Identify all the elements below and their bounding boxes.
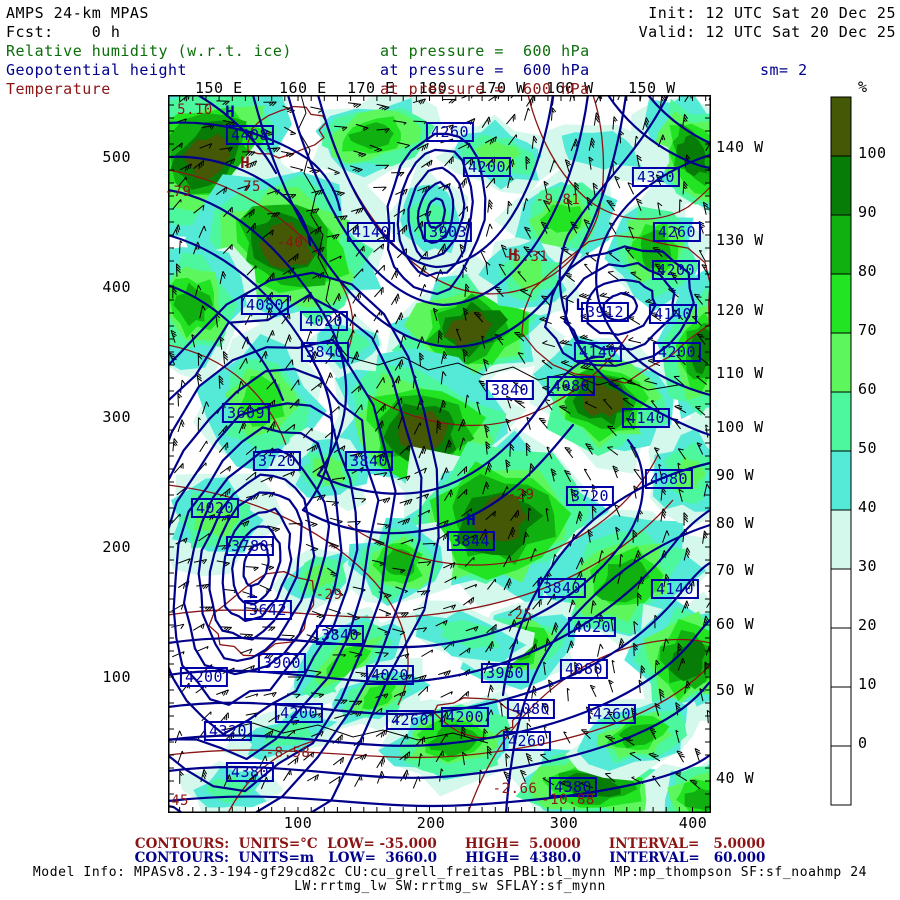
right-axis-label: 130 W (716, 233, 764, 248)
colorbar (830, 95, 854, 807)
colorbar-tick-label: 80 (858, 264, 877, 279)
colorbar-tick-label: 70 (858, 323, 877, 338)
colorbar-units: % (858, 80, 868, 95)
temp-contour-info: CONTOURS: UNITS=°C LOW= -35.000 HIGH= 5.… (0, 837, 900, 851)
field-tmp-label: Temperature (6, 82, 111, 97)
smoothing-note: sm= 2 (760, 63, 808, 78)
colorbar-tick-label: 60 (858, 382, 877, 397)
init-time: Init: 12 UTC Sat 20 Dec 25 (648, 6, 896, 21)
colorbar-tick-label: 100 (858, 146, 887, 161)
app-title: AMPS 24-km MPAS (6, 6, 149, 21)
valid-time: Valid: 12 UTC Sat 20 Dec 25 (639, 25, 896, 40)
left-axis-label: 100 (90, 670, 131, 685)
colorbar-tick-label: 50 (858, 441, 877, 456)
map-area: 4408426042004320414039034260420040804140… (168, 95, 711, 813)
left-axis-label: 500 (90, 150, 131, 165)
top-axis-label: 150 E (195, 81, 241, 96)
colorbar-tick-label: 90 (858, 205, 877, 220)
weather-map (168, 95, 711, 813)
right-axis-label: 90 W (716, 468, 754, 483)
top-axis-label: 150 W (628, 81, 674, 96)
physics-info: LW:rrtmg_lw SW:rrtmg_sw SFLAY:sf_mynn (0, 880, 900, 893)
fcst-hour: Fcst: 0 h (6, 25, 120, 40)
bottom-axis-label: 300 (544, 816, 584, 831)
bottom-axis-label: 200 (411, 816, 451, 831)
model-info: Model Info: MPASv8.2.3-194-gf29cd82c CU:… (0, 866, 900, 879)
right-axis-label: 80 W (716, 516, 754, 531)
field-hgt-level: at pressure = 600 hPa (380, 63, 590, 78)
right-axis-label: 60 W (716, 617, 754, 632)
right-axis-label: 50 W (716, 683, 754, 698)
left-axis-label: 200 (90, 540, 131, 555)
height-contour-info: CONTOURS: UNITS=m LOW= 3660.0 HIGH= 4380… (0, 851, 900, 865)
weather-chart-page: AMPS 24-km MPAS Init: 12 UTC Sat 20 Dec … (0, 0, 900, 900)
colorbar-tick-label: 30 (858, 559, 877, 574)
bottom-axis-label: 100 (278, 816, 318, 831)
top-axis-label: 160 E (279, 81, 325, 96)
right-axis-label: 140 W (716, 140, 764, 155)
left-axis-label: 300 (90, 410, 131, 425)
right-axis-label: 40 W (716, 771, 754, 786)
field-rh-label: Relative humidity (w.r.t. ice) (6, 44, 292, 59)
left-axis-label: 400 (90, 280, 131, 295)
colorbar-tick-label: 10 (858, 677, 877, 692)
colorbar-tick-label: 0 (858, 736, 868, 751)
right-axis-label: 110 W (716, 366, 764, 381)
colorbar-tick-label: 40 (858, 500, 877, 515)
field-hgt-label: Geopotential height (6, 63, 187, 78)
colorbar-tick-label: 20 (858, 618, 877, 633)
right-axis-label: 100 W (716, 420, 764, 435)
field-tmp-level: at pressure = 600 hPa (380, 82, 590, 97)
right-axis-label: 120 W (716, 303, 764, 318)
bottom-axis-label: 400 (673, 816, 713, 831)
right-axis-label: 70 W (716, 563, 754, 578)
field-rh-level: at pressure = 600 hPa (380, 44, 590, 59)
